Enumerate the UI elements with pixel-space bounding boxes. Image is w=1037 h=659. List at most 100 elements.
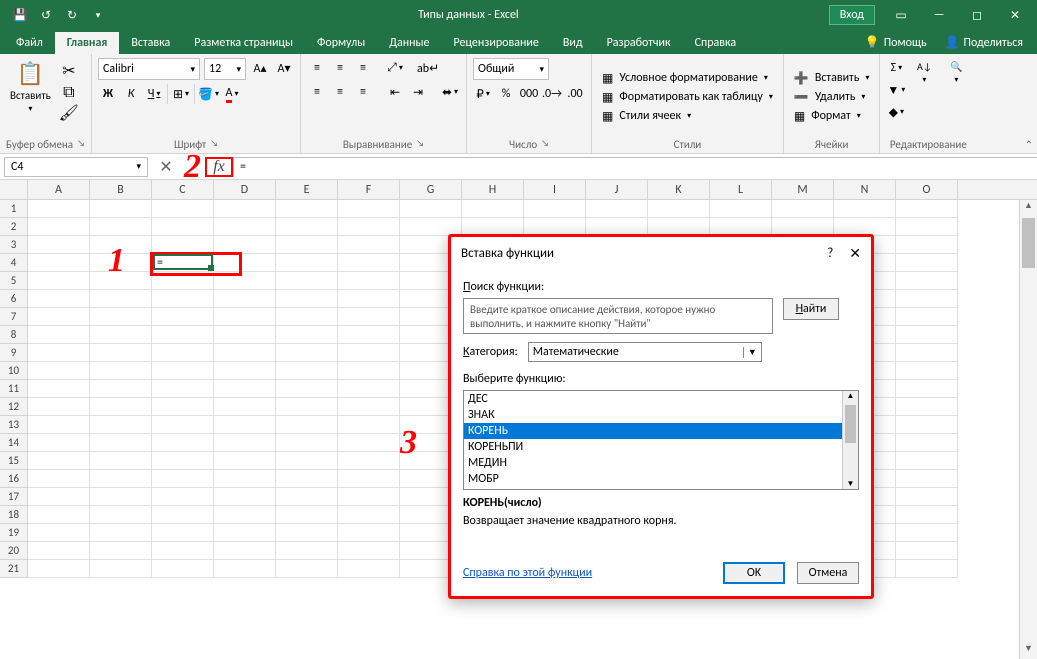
cell[interactable] (896, 362, 958, 380)
cell[interactable] (214, 416, 276, 434)
close-icon[interactable]: ✕ (1003, 4, 1027, 26)
cell[interactable] (276, 344, 338, 362)
cell[interactable] (400, 200, 462, 218)
cell[interactable] (214, 218, 276, 236)
select-all-corner[interactable] (0, 180, 28, 199)
cell[interactable] (648, 200, 710, 218)
cell[interactable] (896, 272, 958, 290)
cell[interactable] (28, 560, 90, 578)
align-top-icon[interactable]: ≡ (307, 58, 327, 78)
cell[interactable] (214, 434, 276, 452)
cell[interactable] (338, 200, 400, 218)
cell-styles-button[interactable]: ▦Стили ячеек▾ (598, 108, 695, 125)
tab-developer[interactable]: Разработчик (595, 32, 683, 54)
font-name-combo[interactable]: Calibri▾ (98, 58, 200, 80)
row-header[interactable]: 4 (0, 254, 28, 272)
cell[interactable] (276, 200, 338, 218)
cell[interactable] (276, 308, 338, 326)
column-header[interactable]: N (834, 180, 896, 199)
orientation-icon[interactable]: ⤢ (385, 58, 405, 78)
row-header[interactable]: 3 (0, 236, 28, 254)
cell[interactable] (152, 470, 214, 488)
cell[interactable] (28, 254, 90, 272)
delete-cells-button[interactable]: ➖Удалить▾ (790, 89, 870, 106)
cell[interactable] (28, 488, 90, 506)
cell[interactable] (338, 326, 400, 344)
align-right-icon[interactable]: ≡ (353, 82, 373, 102)
cell[interactable] (834, 200, 896, 218)
cell[interactable] (152, 416, 214, 434)
clear-icon[interactable]: ◆ (886, 102, 906, 122)
cell[interactable] (152, 452, 214, 470)
function-item[interactable]: ДЕС (464, 391, 842, 407)
cell[interactable] (896, 326, 958, 344)
column-header[interactable]: L (710, 180, 772, 199)
row-header[interactable]: 11 (0, 380, 28, 398)
cell[interactable] (586, 200, 648, 218)
column-header[interactable]: H (462, 180, 524, 199)
cell[interactable] (772, 200, 834, 218)
cell[interactable] (896, 308, 958, 326)
cell[interactable] (276, 326, 338, 344)
number-format-combo[interactable]: Общий▾ (473, 58, 549, 80)
cell[interactable] (896, 434, 958, 452)
row-header[interactable]: 9 (0, 344, 28, 362)
vertical-scrollbar[interactable]: ▲ ▼ (1019, 200, 1037, 659)
function-item[interactable]: КОРЕНЬПИ (464, 439, 842, 455)
cell[interactable] (896, 470, 958, 488)
cell[interactable] (896, 344, 958, 362)
underline-button[interactable]: Ч (144, 84, 164, 104)
cell[interactable] (214, 362, 276, 380)
cell[interactable] (28, 200, 90, 218)
cell[interactable] (214, 506, 276, 524)
column-header[interactable]: A (28, 180, 90, 199)
cell[interactable] (896, 542, 958, 560)
cell[interactable] (214, 542, 276, 560)
cell[interactable] (28, 308, 90, 326)
save-icon[interactable]: 💾 (10, 5, 30, 25)
sort-filter-button[interactable]: A↓▾ (910, 58, 938, 87)
format-as-table-button[interactable]: ▦Форматировать как таблицу▾ (598, 89, 777, 106)
wrap-text-icon[interactable]: ab↵ (417, 58, 439, 78)
column-header[interactable]: J (586, 180, 648, 199)
cell[interactable] (152, 524, 214, 542)
cell[interactable] (896, 200, 958, 218)
cell[interactable] (896, 398, 958, 416)
cell[interactable] (338, 272, 400, 290)
font-size-combo[interactable]: 12▾ (204, 58, 246, 80)
cell[interactable] (338, 236, 400, 254)
cell[interactable] (214, 290, 276, 308)
function-item[interactable]: ЗНАК (464, 407, 842, 423)
cell[interactable] (338, 362, 400, 380)
row-header[interactable]: 2 (0, 218, 28, 236)
scroll-up-icon[interactable]: ▲ (1020, 200, 1037, 216)
cell[interactable] (152, 272, 214, 290)
italic-button[interactable]: К (121, 84, 141, 104)
cell[interactable] (710, 200, 772, 218)
percent-icon[interactable]: % (496, 84, 516, 104)
borders-icon[interactable]: ⊞ (171, 84, 191, 104)
column-header[interactable]: C (152, 180, 214, 199)
cell[interactable] (338, 506, 400, 524)
column-header[interactable]: F (338, 180, 400, 199)
tab-file[interactable]: Файл (4, 32, 55, 54)
row-header[interactable]: 19 (0, 524, 28, 542)
alignment-launcher-icon[interactable]: ↘ (416, 138, 424, 151)
cell[interactable] (896, 290, 958, 308)
conditional-format-button[interactable]: ▦Условное форматирование▾ (598, 70, 772, 87)
cell[interactable] (338, 290, 400, 308)
cell[interactable] (214, 398, 276, 416)
cell[interactable] (152, 218, 214, 236)
format-painter-icon[interactable]: 🖌 (59, 104, 79, 122)
dialog-close-icon[interactable]: ✕ (849, 245, 861, 262)
fill-icon[interactable]: ▼ (886, 80, 906, 100)
column-header[interactable]: G (400, 180, 462, 199)
cell[interactable] (338, 524, 400, 542)
cell[interactable] (214, 200, 276, 218)
cell[interactable] (90, 398, 152, 416)
format-cells-button[interactable]: ▦Формат▾ (790, 108, 865, 125)
thousands-icon[interactable]: 000 (519, 84, 539, 104)
cell[interactable] (338, 542, 400, 560)
row-header[interactable]: 18 (0, 506, 28, 524)
paste-button[interactable]: 📋 Вставить ▾ (6, 58, 55, 116)
